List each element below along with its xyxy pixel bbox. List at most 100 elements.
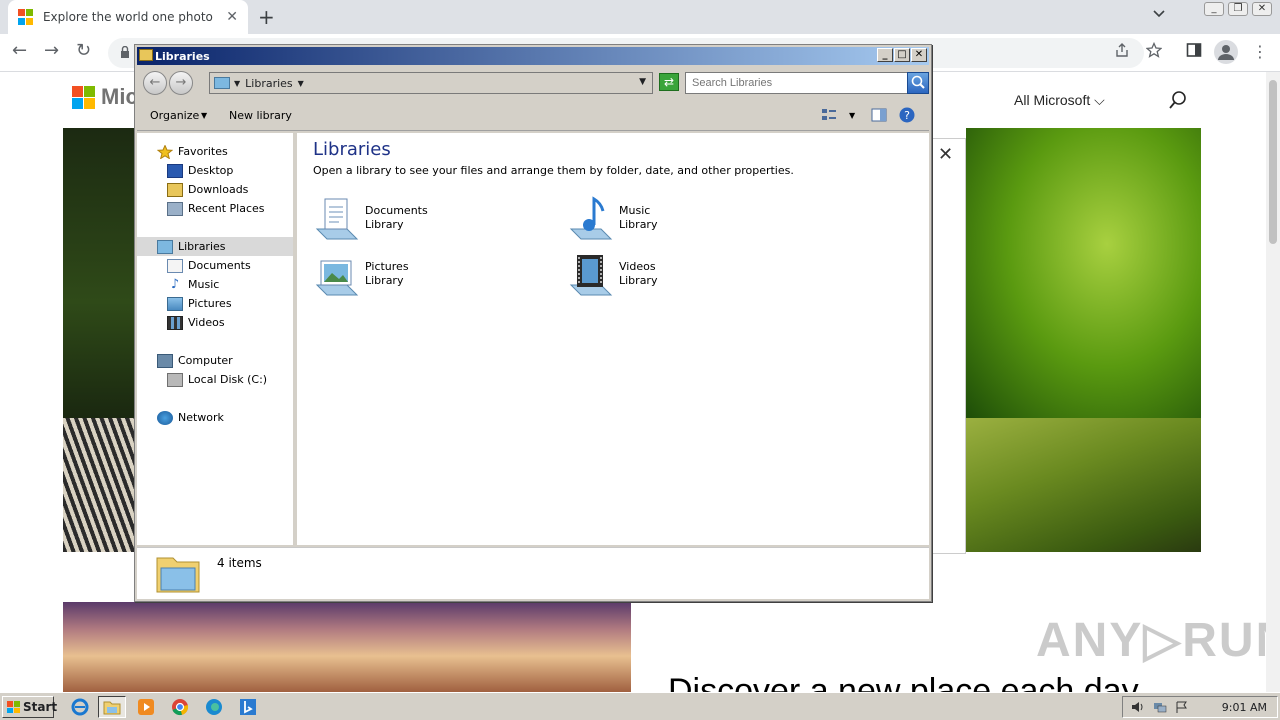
search-icon[interactable]: [907, 72, 929, 94]
scrollbar-thumb[interactable]: [1269, 80, 1277, 244]
nav-local-disk[interactable]: Local Disk (C:): [167, 370, 267, 389]
address-text: Libraries: [245, 76, 293, 90]
nav-recent-places[interactable]: Recent Places: [167, 199, 265, 218]
microsoft-logo-icon[interactable]: [72, 86, 95, 109]
new-tab-button[interactable]: +: [258, 5, 275, 29]
nav-documents-label: Documents: [188, 259, 251, 272]
taskbar-chrome-icon[interactable]: [166, 696, 194, 718]
restore-window-icon[interactable]: ❐: [1228, 2, 1248, 16]
videos-library-label: Videos Library: [619, 260, 658, 287]
reload-button[interactable]: ↻: [76, 40, 91, 61]
search-input[interactable]: [685, 72, 909, 94]
tab-close-icon[interactable]: ✕: [226, 9, 238, 25]
documents-library-item[interactable]: Documents Library: [313, 195, 428, 241]
nav-music[interactable]: ♪ Music: [167, 275, 219, 294]
site-search-icon[interactable]: [1168, 90, 1188, 110]
videos-library-item[interactable]: Videos Library: [567, 251, 657, 297]
preview-pane-icon[interactable]: [871, 108, 887, 122]
view-chevron-icon[interactable]: ▼: [849, 111, 855, 120]
action-center-flag-icon[interactable]: [1175, 701, 1189, 713]
nav-local-disk-label: Local Disk (C:): [188, 373, 268, 386]
taskbar-explorer-icon[interactable]: [98, 696, 126, 718]
browser-tab[interactable]: Explore the world one photo at a time ✕: [8, 0, 248, 34]
address-segment-chevron-icon[interactable]: ▼: [298, 79, 304, 88]
microsoft-wordmark[interactable]: Mic: [101, 84, 138, 110]
nav-downloads[interactable]: Downloads: [167, 180, 248, 199]
lock-icon[interactable]: [120, 46, 130, 58]
help-icon[interactable]: ?: [899, 107, 915, 123]
nav-network-label: Network: [178, 411, 224, 424]
nav-network[interactable]: Network: [157, 408, 224, 427]
close-icon[interactable]: ✕: [911, 48, 927, 62]
nav-recent-places-label: Recent Places: [188, 202, 265, 215]
pictures-library-item[interactable]: Pictures Library: [313, 251, 409, 297]
nav-libraries[interactable]: Libraries: [137, 237, 293, 256]
taskbar-ie-icon[interactable]: [66, 696, 94, 718]
discover-heading: Discover a new place each day: [668, 672, 1139, 692]
clock[interactable]: 9:01 AM: [1222, 701, 1267, 714]
browser-menu-icon[interactable]: ⋮: [1252, 42, 1268, 61]
organize-menu[interactable]: Organize: [150, 109, 199, 122]
pictures-library-icon: [315, 260, 359, 296]
music-library-item[interactable]: Music Library: [567, 195, 657, 241]
leaf-photo[interactable]: [966, 128, 1201, 418]
nav-computer[interactable]: Computer: [157, 351, 233, 370]
window-controls: _ ❐ ✕: [1204, 2, 1272, 16]
share-icon[interactable]: [1114, 42, 1130, 58]
microsoft-favicon-icon: [18, 9, 34, 25]
nav-desktop[interactable]: Desktop: [167, 161, 233, 180]
hero-photo-left[interactable]: [63, 128, 135, 418]
nav-favorites[interactable]: Favorites: [157, 142, 228, 161]
dialog-close-icon[interactable]: ✕: [938, 144, 953, 165]
breadcrumb-chevron-icon[interactable]: ▼: [234, 79, 240, 88]
minimize-window-icon[interactable]: _: [1204, 2, 1224, 16]
recent-places-icon: [167, 201, 183, 216]
content-heading: Libraries: [313, 139, 391, 160]
music-library-icon: [569, 196, 613, 240]
system-tray: 9:01 AM: [1122, 696, 1278, 718]
profile-avatar[interactable]: [1214, 40, 1238, 64]
nav-documents[interactable]: Documents: [167, 256, 251, 275]
organize-chevron-icon[interactable]: ▼: [201, 111, 207, 120]
forward-button[interactable]: →: [44, 40, 59, 61]
nav-videos[interactable]: Videos: [167, 313, 225, 332]
nav-desktop-label: Desktop: [188, 164, 234, 177]
bookmark-star-icon[interactable]: [1146, 42, 1162, 58]
taskbar-edge-icon[interactable]: [200, 696, 228, 718]
music-note-icon: ♪: [170, 276, 180, 292]
explorer-titlebar[interactable]: Libraries _ □ ✕: [137, 47, 929, 65]
back-button[interactable]: ←: [12, 40, 27, 61]
network-tray-icon[interactable]: [1153, 701, 1167, 713]
nav-libraries-label: Libraries: [178, 240, 226, 253]
zebra-photo[interactable]: [63, 418, 135, 552]
taskbar-bing-icon[interactable]: [234, 696, 262, 718]
hills-photo[interactable]: [966, 418, 1201, 552]
new-library-button[interactable]: New library: [229, 109, 292, 122]
libraries-nav-icon: [157, 239, 173, 254]
maximize-icon[interactable]: □: [894, 48, 910, 62]
nav-pictures[interactable]: Pictures: [167, 294, 232, 313]
caption-buttons: _ □ ✕: [877, 48, 927, 62]
page-scrollbar[interactable]: [1266, 72, 1280, 692]
explorer-address-box[interactable]: ▼ Libraries ▼ ▼: [209, 72, 653, 94]
minimize-icon[interactable]: _: [877, 48, 893, 62]
details-pane: 4 items: [137, 547, 929, 599]
window-title: Libraries: [155, 49, 210, 63]
close-window-icon[interactable]: ✕: [1252, 2, 1272, 16]
address-dropdown-icon[interactable]: ▼: [639, 77, 646, 87]
star-icon: [157, 144, 173, 159]
start-button[interactable]: Start: [2, 696, 57, 718]
back-arrow-icon[interactable]: ←: [143, 71, 167, 95]
navigation-pane: Favorites Desktop Downloads Recent Place…: [137, 133, 295, 545]
blossom-photo[interactable]: [63, 602, 631, 692]
tab-search-chevron-icon[interactable]: [1152, 6, 1166, 20]
taskbar-media-player-icon[interactable]: [132, 696, 160, 718]
forward-arrow-icon[interactable]: →: [169, 71, 193, 95]
anyrun-watermark: ANY▷RUN: [1036, 614, 1280, 667]
refresh-icon[interactable]: ⇄: [659, 73, 679, 91]
volume-icon[interactable]: [1131, 701, 1145, 713]
all-microsoft-menu[interactable]: All Microsoft ⌵: [1014, 92, 1105, 109]
side-panel-icon[interactable]: [1186, 42, 1202, 58]
change-view-icon[interactable]: [821, 108, 837, 122]
content-pane: Libraries Open a library to see your fil…: [297, 133, 929, 545]
